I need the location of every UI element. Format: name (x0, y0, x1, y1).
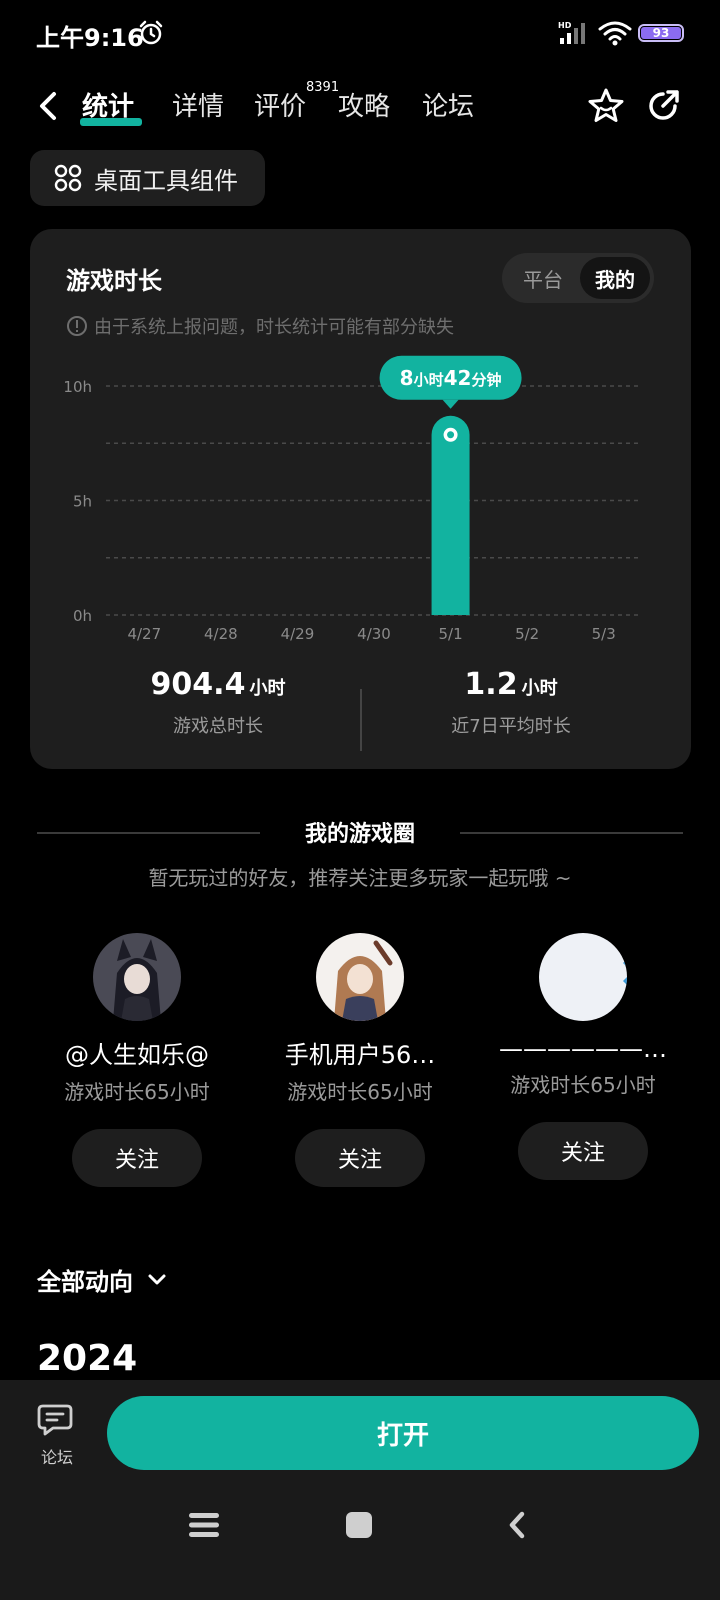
toggle-platform[interactable]: 平台 (508, 257, 578, 299)
y-tick-label: 10h (63, 378, 92, 396)
x-tick-label: 4/28 (204, 625, 238, 643)
follow-button[interactable]: 关注 (72, 1129, 202, 1187)
forum-chat-icon (37, 1404, 73, 1436)
average-playtime: 1.2 小时 近7日平均时长 (411, 667, 611, 738)
total-playtime-unit: 小时 (249, 678, 286, 699)
tab-details[interactable]: 详情 (172, 86, 224, 123)
stat-divider (360, 689, 362, 751)
avatar[interactable] (316, 933, 404, 1021)
signal-icon: HD (558, 21, 585, 44)
forum-label: 论坛 (40, 1448, 73, 1467)
alarm-icon (139, 20, 163, 45)
y-tick-label: 0h (73, 607, 92, 625)
activity-year: 2024 (37, 1338, 138, 1379)
bar-5/1[interactable] (431, 415, 470, 615)
tab-forum[interactable]: 论坛 (422, 86, 474, 123)
back-icon[interactable] (34, 88, 64, 124)
status-time: 上午9:16 (36, 24, 144, 52)
playtime-card: 10h 5h 0h 4/27 4/28 4/29 4/30 5/1 8小时42分钟 5/2 5/3 … (30, 229, 691, 769)
game-circle-hint: 暂无玩过的好友，推荐关注更多玩家一起玩哦 ~ (148, 866, 572, 890)
friend-card: @人生如乐@ 游戏时长65小时 关注 (37, 933, 237, 1187)
x-tick-label: 4/30 (357, 625, 391, 643)
svg-text:HD: HD (558, 21, 572, 30)
back-nav-icon[interactable] (506, 1510, 528, 1540)
total-playtime-label: 游戏总时长 (173, 716, 263, 737)
wifi-icon (598, 21, 632, 46)
battery-indicator: 93 (638, 24, 684, 42)
total-playtime-value: 904.4 (150, 667, 246, 702)
tab-active-indicator (80, 118, 142, 126)
battery-level: 93 (641, 26, 681, 40)
scope-toggle: 平台 我的 (502, 253, 654, 303)
x-tick-label: 5/3 (592, 625, 616, 643)
average-playtime-unit: 小时 (521, 678, 558, 699)
friend-playtime: 游戏时长65小时 (287, 1080, 433, 1104)
friend-card: 手机用户56… 游戏时长65小时 关注 (260, 933, 460, 1187)
x-tick-label: 4/29 (281, 625, 315, 643)
game-circle-title: 我的游戏圈 (304, 822, 415, 847)
x-tick-label: 5/2 (515, 625, 539, 643)
data-notice-text: 由于系统上报问题，时长统计可能有部分缺失 (94, 317, 454, 338)
open-game-button[interactable]: 打开 (107, 1396, 699, 1470)
avatar[interactable] (93, 933, 181, 1021)
widget-grid-icon (54, 164, 82, 192)
activity-filter-dropdown[interactable]: 全部动向 (37, 1262, 169, 1297)
info-icon (67, 316, 87, 336)
share-icon[interactable] (645, 88, 681, 124)
status-bar: 上午9:16 HD 93 (0, 0, 720, 68)
toggle-mine[interactable]: 我的 (580, 257, 650, 299)
forum-entry[interactable]: 论坛 (32, 1402, 82, 1468)
chevron-down-icon (148, 1274, 166, 1284)
playtime-title: 游戏时长 (66, 267, 162, 295)
follow-button[interactable]: 关注 (518, 1122, 648, 1180)
friend-name[interactable]: 手机用户56… (260, 1035, 460, 1070)
tab-reviews[interactable]: 评价 (254, 86, 306, 123)
average-playtime-value: 1.2 (464, 667, 518, 702)
desktop-widget-label: 桌面工具组件 (94, 166, 238, 195)
y-tick-label: 5h (73, 493, 92, 511)
friend-playtime: 游戏时长65小时 (64, 1080, 210, 1104)
average-playtime-label: 近7日平均时长 (451, 716, 571, 737)
menu-nav-icon[interactable] (187, 1510, 221, 1540)
bottom-bar: 论坛 打开 (0, 1380, 720, 1600)
tab-guides[interactable]: 攻略 (338, 86, 390, 123)
x-tick-label: 5/1 (439, 625, 463, 643)
home-nav-icon[interactable] (344, 1510, 374, 1540)
activity-filter-label: 全部动向 (37, 1268, 133, 1296)
bar-marker-center (447, 431, 455, 439)
friend-name[interactable]: @人生如乐@ (37, 1035, 237, 1070)
follow-button[interactable]: 关注 (295, 1129, 425, 1187)
review-count-badge: 8391 (306, 80, 340, 95)
total-playtime: 904.4 小时 游戏总时长 (118, 667, 318, 738)
favorite-star-icon[interactable] (586, 86, 626, 126)
avatar[interactable] (539, 933, 627, 1021)
x-tick-label: 4/27 (127, 625, 161, 643)
bar-tooltip-arrow (442, 399, 459, 409)
friend-card: ——————… 游戏时长65小时 关注 (483, 933, 683, 1180)
friend-playtime: 游戏时长65小时 (510, 1073, 656, 1097)
data-notice: 由于系统上报问题，时长统计可能有部分缺失 (66, 313, 454, 339)
friend-name[interactable]: ——————… (483, 1035, 683, 1063)
desktop-widget-button[interactable]: 桌面工具组件 (30, 150, 265, 206)
